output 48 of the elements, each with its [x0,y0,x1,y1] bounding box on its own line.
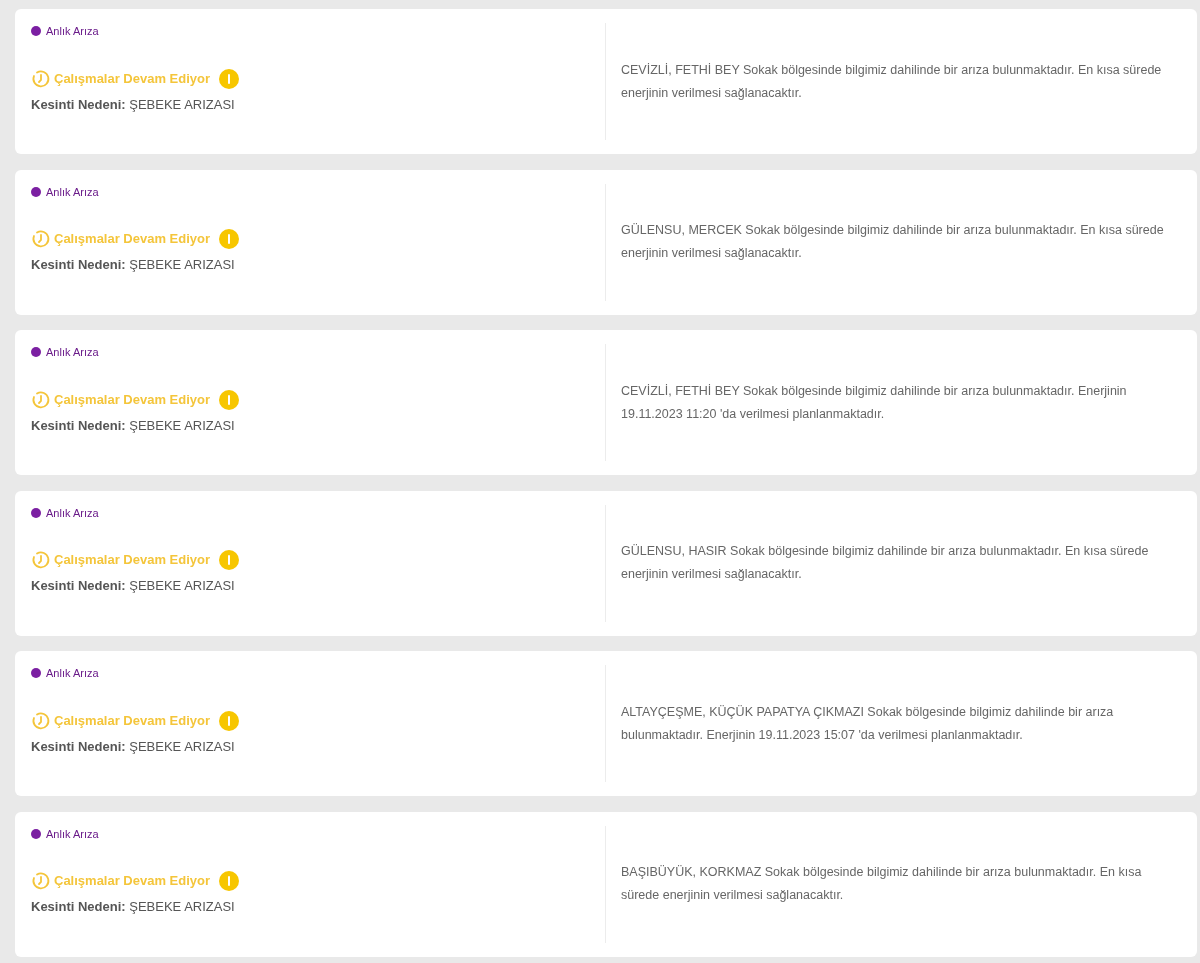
reason-value: ŞEBEKE ARIZASI [129,417,235,433]
reason-label: Kesinti Nedeni: [31,96,126,112]
info-icon[interactable] [219,710,240,731]
status-text: Çalışmalar Devam Ediyor [54,551,211,570]
status-text: Çalışmalar Devam Ediyor [54,69,211,88]
reason-label: Kesinti Nedeni: [31,257,126,272]
status-dot [31,828,41,839]
info-icon[interactable] [219,550,240,570]
info-icon[interactable] [219,229,240,249]
outage-type: Anlık Arıza [46,345,99,360]
outage-message: GÜLENSU, MERCEK Sokak bölgesinde bilgimiz dahilinde bir arıza bulunmaktadır. En kısa sürede enerjinin verilmesi sağlanacaktır. [621,222,1165,262]
status-text: Çalışmalar Devam Ediyor [54,390,211,409]
clock-icon [31,710,51,731]
clock-icon [31,68,51,89]
clock-icon [31,550,51,570]
clock-icon [31,229,51,249]
reason-value: ŞEBEKE ARIZASI [129,257,235,272]
reason-value: ŞEBEKE ARIZASI [129,899,235,914]
clock-icon [31,389,51,410]
reason-label: Kesinti Nedeni: [31,899,126,914]
outage-type: Anlık Arıza [46,184,99,200]
reason-label: Kesinti Nedeni: [31,578,126,593]
status-text: Çalışmalar Devam Ediyor [54,711,211,730]
outage-message: CEVİZLİ, FETHİ BEY Sokak bölgesinde bilgimiz dahilinde bir arıza bulunmaktadır. Enerjinin 19.11.2023 11:20 'da verilmesi planlanmaktadır. [621,382,1128,423]
outage-type: Anlık Arıza [46,826,99,842]
reason-value: ŞEBEKE ARIZASI [129,578,235,593]
outage-type: Anlık Arıza [46,24,99,39]
outage-message: BAŞIBÜYÜK, KORKMAZ Sokak bölgesinde bilgimiz dahilinde bir arıza bulunmaktadır. En kısa sürede enerjinin verilmesi sağlanacaktır. [621,864,1143,904]
reason-label: Kesinti Nedeni: [31,738,126,754]
status-dot [31,26,41,37]
status-dot [31,668,41,679]
info-icon[interactable] [219,389,240,410]
outage-message: CEVİZLİ, FETHİ BEY Sokak bölgesinde bilgimiz dahilinde bir arıza bulunmaktadır. En kısa sürede enerjinin verilmesi sağlanacaktır. [621,61,1163,102]
outage-message: ALTAYÇEŞME, KÜÇÜK PAPATYA ÇIKMAZI Sokak bölgesinde bilgimiz dahilinde bir arıza bulunmaktadır. Enerjinin 19.11.2023 15:07 'da verilmesi planlanmaktadır. [621,703,1115,744]
status-text: Çalışmalar Devam Ediyor [54,230,211,249]
clock-icon [31,871,51,891]
status-dot [31,507,41,518]
reason-label: Kesinti Nedeni: [31,417,126,433]
outage-type: Anlık Arıza [46,666,99,681]
outage-type: Anlık Arıza [46,505,99,521]
status-text: Çalışmalar Devam Ediyor [54,872,211,891]
reason-value: ŞEBEKE ARIZASI [129,96,235,112]
info-icon[interactable] [219,68,240,89]
reason-value: ŞEBEKE ARIZASI [129,738,235,754]
info-icon[interactable] [219,871,240,891]
outage-message: GÜLENSU, HASIR Sokak bölgesinde bilgimiz dahilinde bir arıza bulunmaktadır. En kısa sürede enerjinin verilmesi sağlanacaktır. [621,543,1150,583]
status-dot [31,347,41,358]
status-dot [31,186,41,197]
